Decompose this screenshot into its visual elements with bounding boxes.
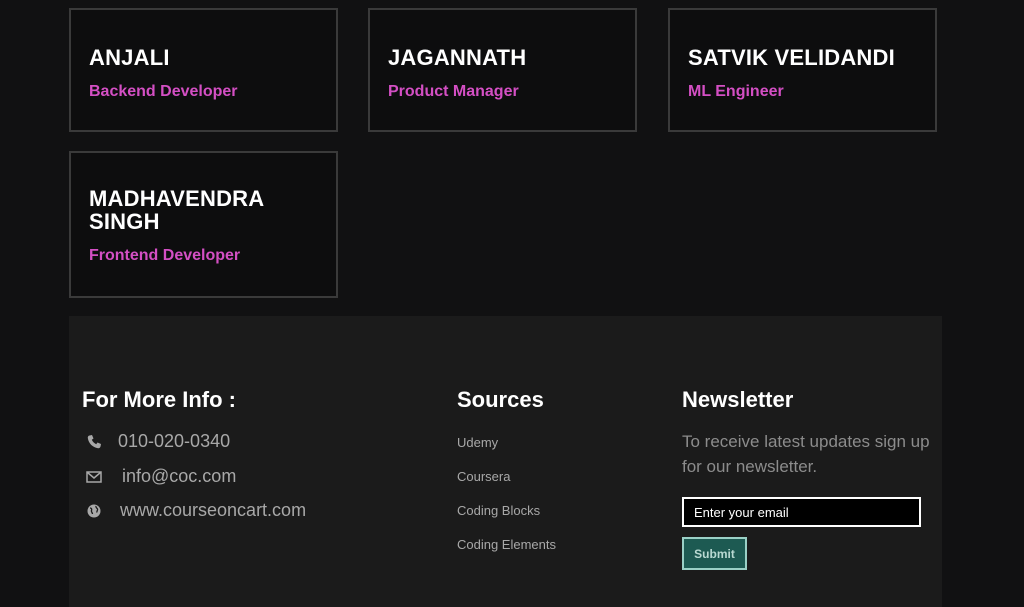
info-title: For More Info : (82, 387, 236, 412)
newsletter-email-input[interactable] (682, 497, 921, 527)
contact-email: info@coc.com (86, 466, 236, 487)
member-name: ANJALI (89, 45, 170, 70)
source-link-udemy[interactable]: Udemy (457, 435, 498, 450)
email-address: info@coc.com (122, 466, 237, 486)
newsletter-title: Newsletter (682, 387, 794, 412)
envelope-icon (86, 469, 102, 485)
newsletter-submit-button[interactable]: Submit (682, 537, 747, 570)
team-card: SATVIK VELIDANDI ML Engineer (668, 8, 937, 132)
team-card: JAGANNATH Product Manager (368, 8, 637, 132)
member-role: Backend Developer (89, 83, 238, 100)
footer: For More Info : 010-020-0340 info@coc.co… (69, 316, 942, 607)
sources-title: Sources (457, 387, 544, 412)
source-link-coursera[interactable]: Coursera (457, 469, 510, 484)
member-role: Frontend Developer (89, 247, 241, 264)
source-link-coding-blocks[interactable]: Coding Blocks (457, 503, 540, 518)
globe-icon (86, 503, 102, 519)
contact-phone: 010-020-0340 (86, 431, 230, 452)
source-link-coding-elements[interactable]: Coding Elements (457, 537, 556, 552)
phone-number: 010-020-0340 (118, 431, 231, 451)
member-name: JAGANNATH (388, 45, 527, 70)
website-url: www.courseoncart.com (120, 500, 307, 520)
member-name: SATVIK VELIDANDI (688, 45, 895, 70)
page: ANJALI Backend Developer JAGANNATH Produ… (0, 0, 1024, 607)
newsletter-description: To receive latest updates sign up for ou… (682, 432, 930, 476)
team-card: ANJALI Backend Developer (69, 8, 338, 132)
member-role: Product Manager (388, 83, 519, 100)
contact-website: www.courseoncart.com (86, 500, 306, 521)
team-card: MADHAVENDRA SINGH Frontend Developer (69, 151, 338, 298)
member-role: ML Engineer (688, 83, 784, 100)
member-name: MADHAVENDRA SINGH (89, 186, 264, 234)
phone-icon (86, 434, 102, 450)
